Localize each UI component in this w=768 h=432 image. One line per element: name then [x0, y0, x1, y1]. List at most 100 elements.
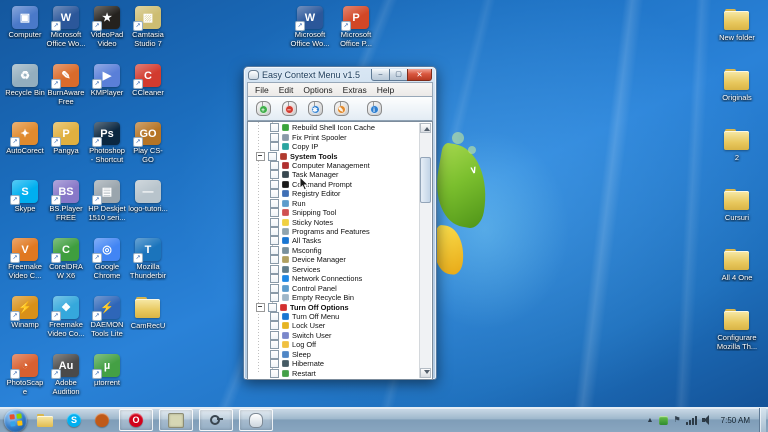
desktop-icon-cursuri-folder[interactable]: Cursuri	[713, 188, 761, 222]
menu-help[interactable]: Help	[372, 85, 399, 95]
network-connections-checkbox[interactable]	[270, 274, 279, 283]
key-manager-button[interactable]	[199, 409, 233, 431]
tree-item-device-manager[interactable]: Device Manager	[249, 255, 420, 264]
tree-group-system-tools[interactable]: System Tools	[249, 151, 420, 160]
tree-group-turn-off-options[interactable]: Turn Off Options	[249, 302, 420, 311]
scrollbar-thumb[interactable]	[420, 157, 431, 203]
desktop-icon-all-4-one-folder[interactable]: All 4 One	[713, 248, 761, 282]
desktop-icon-skype[interactable]: S↗Skype	[5, 180, 45, 213]
desktop-icon-autocorect[interactable]: ✦↗AutoCorect	[5, 122, 45, 155]
tree-item-switch-user[interactable]: Switch User	[249, 331, 420, 340]
collapse-toggle-icon[interactable]	[256, 152, 265, 161]
volume-icon[interactable]	[702, 415, 712, 425]
desktop-icon-daemon-tools-lite[interactable]: ⚡↗DAEMON Tools Lite	[87, 296, 127, 338]
tree-item-lock-user[interactable]: Lock User	[249, 321, 420, 330]
desktop-icon-burnaware-free[interactable]: ✎↗BurnAware Free	[46, 64, 86, 106]
windows-explorer-button[interactable]	[33, 410, 57, 430]
desktop-icon-originals-folder[interactable]: Originals	[713, 68, 761, 102]
disable-entries-button[interactable]: −	[277, 99, 301, 119]
menu-extras[interactable]: Extras	[338, 85, 372, 95]
system-tools-checkbox[interactable]	[268, 152, 277, 161]
copy-ip-checkbox[interactable]	[270, 142, 279, 151]
desktop-icon-logo-tutorial[interactable]: —logo-tutori...	[128, 180, 168, 213]
desktop-icon-ccleaner[interactable]: C↗CCleaner	[128, 64, 168, 97]
log-off-checkbox[interactable]	[270, 340, 279, 349]
restart-checkbox[interactable]	[270, 369, 279, 378]
turn-off-options-checkbox[interactable]	[268, 303, 277, 312]
snipping-tool-checkbox[interactable]	[270, 208, 279, 217]
desktop-icon-mozilla-thunderbird[interactable]: T↗Mozilla Thunderbird	[128, 238, 168, 281]
desktop-icon-microsoft-office-powerpoint[interactable]: P↗Microsoft Office P...	[334, 6, 378, 48]
show-desktop-button[interactable]	[759, 408, 766, 432]
desktop-icon-play-cs-go[interactable]: GO↗Play CS-GO	[128, 122, 168, 164]
desktop-icon-camtasia-studio-7[interactable]: ▨↗Camtasia Studio 7	[128, 6, 168, 48]
desktop-icon-pangya[interactable]: P↗Pangya	[46, 122, 86, 155]
desktop-icon-utorrent[interactable]: µ↗µtorrent	[87, 354, 127, 387]
enable-entries-button[interactable]: +	[251, 99, 275, 119]
tree-item-all-tasks[interactable]: All Tasks	[249, 236, 420, 245]
easy-context-menu-button[interactable]	[239, 409, 273, 431]
desktop-icon-computer[interactable]: ▣Computer	[5, 6, 45, 39]
programs-and-features-checkbox[interactable]	[270, 227, 279, 236]
rebuild-shell-icon-cache-checkbox[interactable]	[270, 123, 279, 132]
lock-user-checkbox[interactable]	[270, 321, 279, 330]
desktop-icon-kmplayer[interactable]: ▶↗KMPlayer	[87, 64, 127, 97]
tree-item-copy-ip[interactable]: Copy IP	[249, 142, 420, 151]
tree-item-network-connections[interactable]: Network Connections	[249, 274, 420, 283]
tree-item-run[interactable]: Run	[249, 199, 420, 208]
control-panel-checkbox[interactable]	[270, 284, 279, 293]
scroll-down-button[interactable]	[420, 368, 431, 378]
maximize-button[interactable]: ▢	[390, 69, 407, 81]
hibernate-checkbox[interactable]	[270, 359, 279, 368]
device-manager-checkbox[interactable]	[270, 255, 279, 264]
tree-item-msconfig[interactable]: Msconfig	[249, 246, 420, 255]
menu-file[interactable]: File	[250, 85, 274, 95]
run-checkbox[interactable]	[270, 199, 279, 208]
registry-editor-checkbox[interactable]	[270, 189, 279, 198]
desktop-icon-google-chrome[interactable]: ◎↗Google Chrome	[87, 238, 127, 280]
menu-options[interactable]: Options	[298, 85, 337, 95]
tree-item-restart[interactable]: Restart	[249, 368, 420, 377]
desktop-icon-camrecu-folder[interactable]: CamRecU	[128, 296, 168, 330]
network-icon[interactable]	[686, 416, 697, 425]
clock[interactable]: 7:50 AM	[717, 416, 754, 425]
tree-item-command-prompt[interactable]: Command Prompt	[249, 180, 420, 189]
task-manager-checkbox[interactable]	[270, 170, 279, 179]
tree-item-sleep[interactable]: Sleep	[249, 350, 420, 359]
skype-button[interactable]: S	[63, 410, 85, 430]
utorrent-tray-icon[interactable]	[659, 416, 668, 425]
desktop-icon-freemake-video-converter[interactable]: V↗Freemake Video C...	[5, 238, 45, 280]
tree-item-rebuild-shell-icon-cache[interactable]: Rebuild Shell Icon Cache	[249, 123, 420, 132]
menu-edit[interactable]: Edit	[274, 85, 299, 95]
tree-item-snipping-tool[interactable]: Snipping Tool	[249, 208, 420, 217]
turn-off-menu-checkbox[interactable]	[270, 312, 279, 321]
desktop-icon-videopad-video-editor[interactable]: ★↗VideoPad Video Editor	[87, 6, 127, 49]
computer-management-checkbox[interactable]	[270, 161, 279, 170]
close-button[interactable]: ✕	[407, 69, 432, 81]
desktop-icon-photoshop-shortcut[interactable]: Ps↗Photoshop - Shortcut	[87, 122, 127, 164]
tree-item-hibernate[interactable]: Hibernate	[249, 359, 420, 368]
tree-item-services[interactable]: Services	[249, 265, 420, 274]
about-button[interactable]: i	[362, 99, 386, 119]
all-tasks-checkbox[interactable]	[270, 236, 279, 245]
desktop-icon-coreldraw-x6[interactable]: C↗CorelDRAW X6	[46, 238, 86, 280]
firefox-button[interactable]	[91, 410, 113, 430]
vertical-scrollbar[interactable]	[419, 123, 431, 378]
minimize-button[interactable]: –	[371, 69, 390, 81]
collapse-toggle-icon[interactable]	[256, 303, 265, 312]
tree-item-fix-print-spooler[interactable]: Fix Print Spooler	[249, 132, 420, 141]
empty-recycle-bin-checkbox[interactable]	[270, 293, 279, 302]
cleaner-button[interactable]: ✎	[329, 99, 353, 119]
tree-item-sticky-notes[interactable]: Sticky Notes	[249, 217, 420, 226]
sleep-checkbox[interactable]	[270, 350, 279, 359]
start-button[interactable]	[4, 409, 27, 432]
tree-item-registry-editor[interactable]: Registry Editor	[249, 189, 420, 198]
desktop-icon-adobe-audition[interactable]: Au↗Adobe Audition CC	[46, 354, 86, 397]
image-viewer-button[interactable]	[159, 409, 193, 431]
window-titlebar[interactable]: Easy Context Menu v1.5 –▢✕	[247, 67, 433, 82]
desktop-icon-freemake-video-co[interactable]: ❖↗Freemake Video Co...	[46, 296, 86, 338]
show-hidden-icons-button[interactable]: ▲	[646, 417, 655, 424]
tree-item-computer-management[interactable]: Computer Management	[249, 161, 420, 170]
desktop-icon-configurare-mozilla-folder[interactable]: Configurare Mozilla Th...	[713, 308, 761, 351]
settings-button[interactable]: ✱	[303, 99, 327, 119]
